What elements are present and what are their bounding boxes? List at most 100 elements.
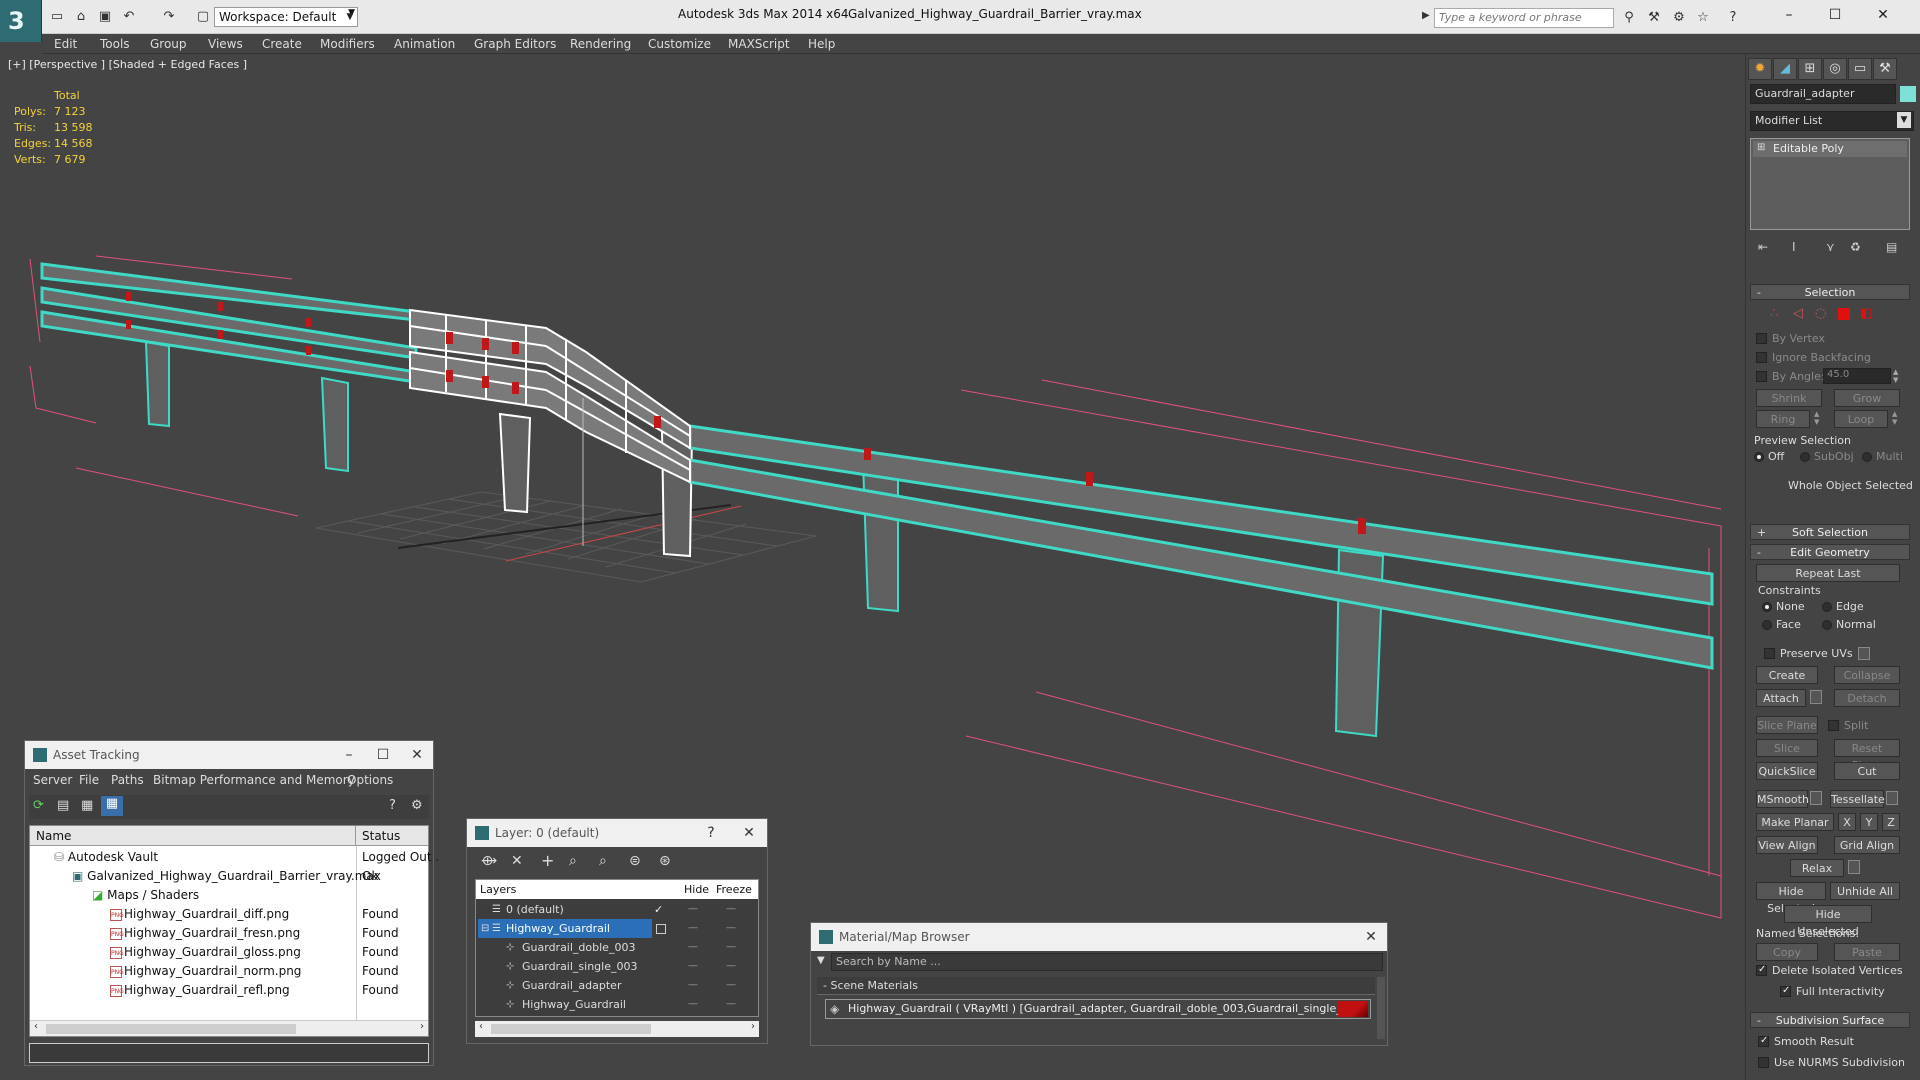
collapse-icon[interactable]: ⊟	[481, 919, 489, 938]
constraint-edge-radio[interactable]	[1822, 602, 1832, 612]
layer-row-adapter[interactable]: ⊹ Guardrail_adapter ---- ----	[476, 976, 758, 995]
detach-button[interactable]: Detach	[1834, 689, 1900, 707]
menu-tools[interactable]: Tools	[100, 37, 130, 51]
menu-create[interactable]: Create	[262, 37, 302, 51]
use-nurms-checkbox[interactable]	[1758, 1057, 1769, 1068]
menu-server[interactable]: Server	[33, 773, 72, 787]
help-icon[interactable]: ?	[389, 798, 396, 813]
save-file-icon[interactable]: ▣	[96, 8, 114, 26]
menu-rendering[interactable]: Rendering	[570, 37, 631, 51]
layer-row-doble[interactable]: ⊹ Guardrail_doble_003 ---- ----	[476, 938, 758, 957]
angle-spinner-arrows[interactable]: ▲ ▼	[1893, 368, 1898, 384]
maximize-icon[interactable]: ☐	[1820, 4, 1850, 26]
preview-multi-radio[interactable]	[1862, 452, 1872, 462]
full-interactivity-checkbox[interactable]	[1780, 985, 1791, 997]
minimize-icon[interactable]: –	[1774, 4, 1804, 26]
layer-horizontal-scrollbar[interactable]: ‹ ›	[475, 1021, 759, 1037]
menu-views[interactable]: Views	[208, 37, 243, 51]
tessellate-button[interactable]: Tessellate	[1830, 790, 1885, 808]
close-icon[interactable]: ✕	[1359, 923, 1383, 951]
highlight-layer-icon[interactable]: ⌕	[599, 853, 607, 869]
horizontal-scrollbar[interactable]: ‹ ›	[30, 1020, 428, 1036]
paste-button[interactable]: Paste	[1834, 943, 1900, 961]
minimize-icon[interactable]: –	[337, 741, 361, 769]
pin-stack-icon[interactable]: ⇤	[1758, 240, 1768, 254]
attach-list-icon[interactable]	[1810, 690, 1822, 704]
grow-button[interactable]: Grow	[1834, 389, 1900, 407]
menu-bitmap-performance[interactable]: Bitmap Performance and Memory	[153, 773, 355, 787]
material-vertical-scrollbar[interactable]	[1377, 977, 1385, 1039]
asset-tracking-titlebar[interactable]: Asset Tracking – ☐ ✕	[25, 741, 433, 769]
hide-column-header[interactable]: Hide	[684, 880, 709, 899]
show-end-result-icon[interactable]: Ⅰ	[1792, 240, 1796, 254]
reset-plane-button[interactable]: Reset Plane	[1834, 739, 1900, 772]
current-layer-checkmark[interactable]: ✓	[654, 900, 663, 919]
hierarchy-tab-icon[interactable]: ⊞	[1798, 58, 1822, 80]
scroll-left-icon[interactable]: ‹	[34, 1021, 38, 1032]
keyword-search-input[interactable]: Type a keyword or phrase	[1434, 8, 1614, 28]
material-browser-titlebar[interactable]: Material/Map Browser ✕	[811, 923, 1387, 951]
relax-settings-icon[interactable]	[1848, 860, 1860, 874]
hide-all-icon[interactable]: ⊜	[629, 853, 641, 869]
ring-button[interactable]: Ring	[1756, 410, 1810, 428]
split-checkbox[interactable]	[1828, 720, 1839, 731]
make-planar-button[interactable]: Make Planar	[1756, 813, 1834, 831]
subscription-icon[interactable]: ⚒	[1645, 9, 1663, 27]
polygon-mode-icon[interactable]	[1838, 308, 1850, 320]
preview-off-radio[interactable]	[1754, 452, 1764, 462]
menu-customize[interactable]: Customize	[648, 37, 711, 51]
app-logo-button[interactable]: 3	[0, 0, 42, 42]
maximize-icon[interactable]: ☐	[371, 741, 395, 769]
hide-selected-button[interactable]: Hide Selected	[1756, 882, 1826, 915]
object-color-swatch[interactable]	[1900, 86, 1916, 102]
asset-row-fresn[interactable]: PNGHighway_Guardrail_fresn.png	[110, 924, 300, 943]
close-icon[interactable]: ✕	[1868, 4, 1898, 26]
column-status-header[interactable]: Status	[356, 826, 428, 846]
grid-align-button[interactable]: Grid Align	[1834, 836, 1900, 854]
scrollbar-thumb[interactable]	[46, 1024, 296, 1034]
material-search-input[interactable]: Search by Name ...	[831, 953, 1383, 971]
menu-options[interactable]: Options	[347, 773, 393, 787]
asset-row-refl[interactable]: PNGHighway_Guardrail_refl.png	[110, 981, 290, 1000]
asset-row-max-file[interactable]: ▣ Galvanized_Highway_Guardrail_Barrier_v…	[72, 867, 381, 886]
set-current-box[interactable]	[656, 924, 666, 934]
freeze-column-header[interactable]: Freeze	[716, 880, 752, 899]
planar-y-button[interactable]: Y	[1860, 813, 1878, 831]
project-folder-icon[interactable]: ▢	[194, 8, 212, 26]
new-file-icon[interactable]: ▭	[48, 8, 66, 26]
utilities-tab-icon[interactable]: ⚒	[1873, 58, 1897, 80]
asset-row-norm[interactable]: PNGHighway_Guardrail_norm.png	[110, 962, 301, 981]
scroll-left-icon[interactable]: ‹	[479, 1021, 483, 1032]
viewport-label[interactable]: [+] [Perspective ] [Shaded + Edged Faces…	[8, 58, 247, 71]
workspace-dropdown[interactable]: Workspace: Default ▼	[214, 7, 358, 27]
menu-group[interactable]: Group	[150, 37, 187, 51]
menu-animation[interactable]: Animation	[394, 37, 455, 51]
menu-modifiers[interactable]: Modifiers	[320, 37, 375, 51]
menu-graph-editors[interactable]: Graph Editors	[474, 37, 556, 51]
layer-dialog-titlebar[interactable]: Layer: 0 (default) ? ✕	[467, 819, 767, 847]
column-name-header[interactable]: Name	[30, 826, 356, 846]
scroll-right-icon[interactable]: ›	[420, 1021, 424, 1032]
list-view-icon[interactable]: ▤	[57, 798, 69, 813]
table-view-icon[interactable]: ▦	[101, 796, 123, 816]
element-mode-icon[interactable]: ◧	[1860, 306, 1872, 321]
create-button[interactable]: Create	[1756, 666, 1818, 684]
shrink-button[interactable]: Shrink	[1756, 389, 1822, 407]
help-icon[interactable]: ?	[1724, 9, 1742, 27]
menu-help[interactable]: Help	[808, 37, 835, 51]
scene-materials-group[interactable]: - Scene Materials	[817, 977, 1375, 995]
angle-spinner-input[interactable]: 45.0	[1823, 368, 1891, 384]
constraint-none-radio[interactable]	[1762, 602, 1772, 612]
freeze-all-icon[interactable]: ⊛	[659, 853, 671, 869]
quickslice-button[interactable]: QuickSlice	[1756, 762, 1818, 780]
cut-button[interactable]: Cut	[1834, 762, 1900, 780]
binoculars-icon[interactable]: ⚲	[1620, 9, 1638, 27]
view-align-button[interactable]: View Align	[1756, 836, 1818, 854]
remove-modifier-icon[interactable]: ♻	[1850, 240, 1861, 254]
menu-paths[interactable]: Paths	[111, 773, 144, 787]
configure-sets-icon[interactable]: ▤	[1886, 240, 1897, 254]
planar-x-button[interactable]: X	[1838, 813, 1856, 831]
menu-edit[interactable]: Edit	[54, 37, 77, 51]
workspace-menu-icon[interactable]: ▼	[343, 7, 357, 27]
smooth-result-checkbox[interactable]	[1758, 1035, 1769, 1047]
